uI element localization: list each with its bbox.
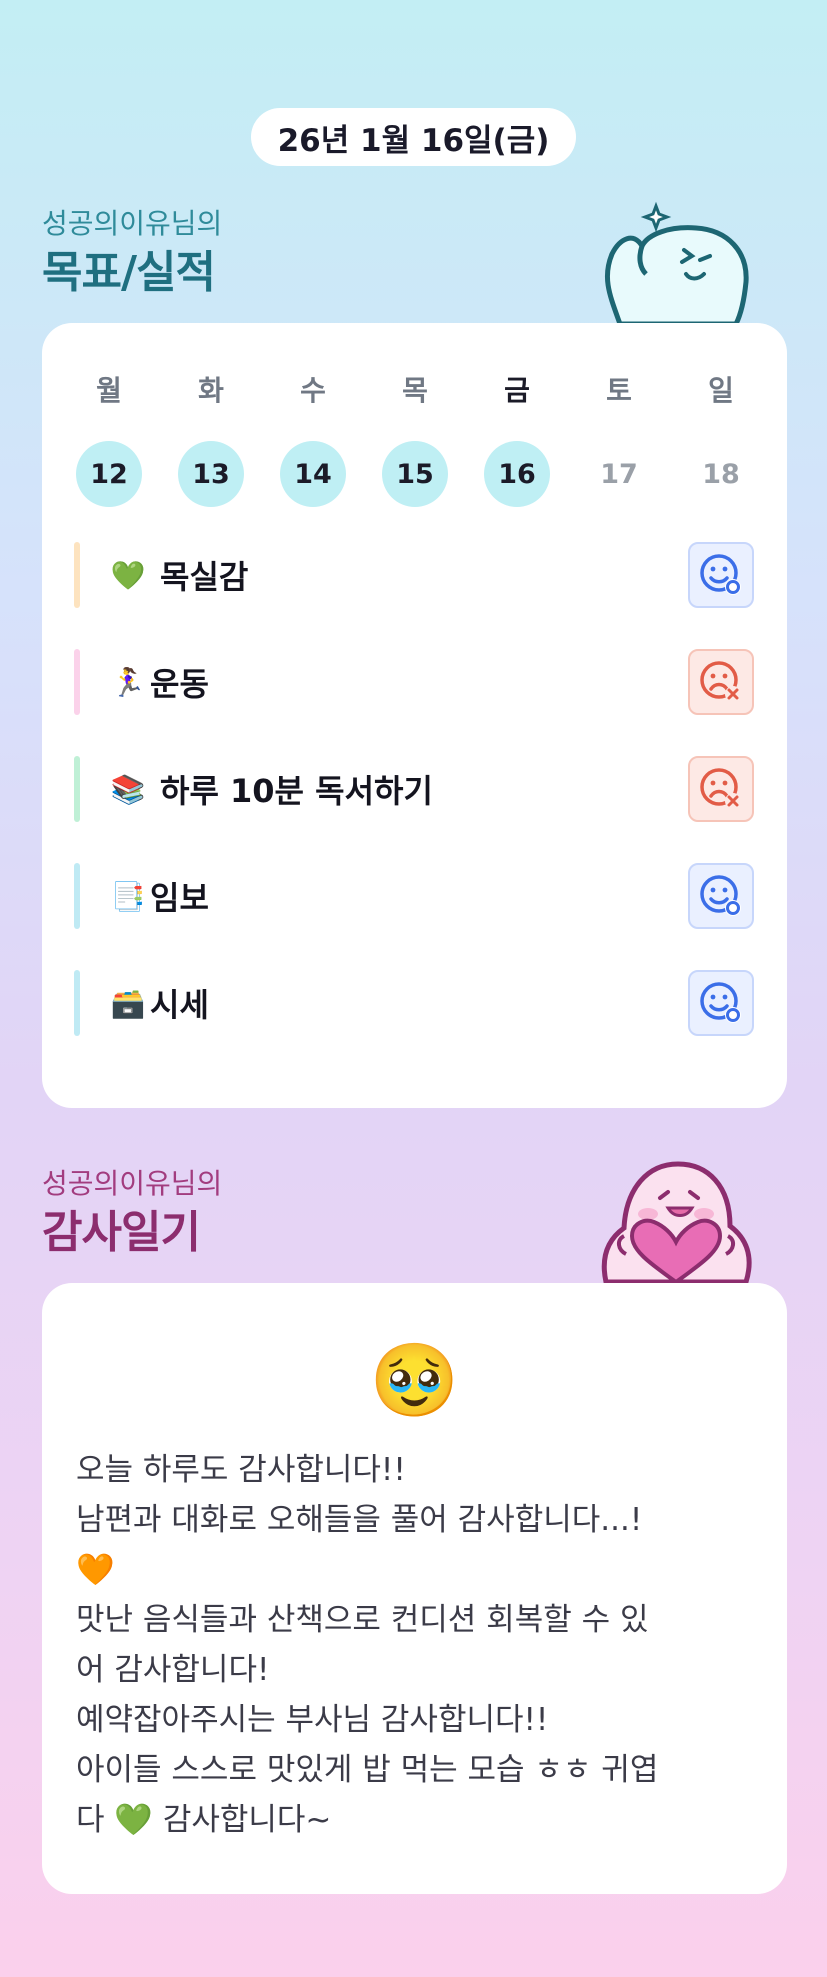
character-heart-icon	[601, 1161, 752, 1284]
day-tue[interactable]: 화 13	[178, 371, 244, 507]
goal-name: 임보	[150, 879, 209, 917]
day-sat[interactable]: 토 17	[586, 371, 652, 507]
goal-name: 운동	[150, 665, 209, 703]
day-label: 화	[198, 374, 224, 407]
day-number: 14	[280, 441, 346, 507]
document-icon: 📑	[110, 879, 146, 913]
gratitude-title: 감사일기	[42, 1207, 201, 1258]
goal-row[interactable]: 🗃️ 시세	[74, 970, 754, 1036]
status-success-button[interactable]	[688, 863, 754, 929]
status-fail-button[interactable]	[688, 756, 754, 822]
goal-name: 목실감	[160, 558, 249, 596]
day-label: 월	[96, 374, 122, 407]
day-number: 13	[178, 441, 244, 507]
day-fri-today[interactable]: 금 16	[484, 371, 550, 507]
day-number: 15	[382, 441, 448, 507]
goal-color-bar	[74, 863, 80, 929]
goal-color-bar	[74, 970, 80, 1036]
goal-name: 하루 10분 독서하기	[160, 772, 433, 810]
smile-check-icon	[700, 554, 741, 595]
smile-check-icon	[700, 982, 741, 1023]
books-icon: 📚	[110, 772, 146, 806]
gratitude-text: 오늘 하루도 감사합니다!! 남편과 대화로 오해들을 풀어 감사합니다...!…	[76, 1452, 659, 1838]
day-number: 17	[600, 458, 638, 490]
day-label: 수	[300, 374, 326, 407]
day-mon[interactable]: 월 12	[76, 371, 142, 507]
green-heart-icon: 💚	[110, 558, 146, 592]
goals-title: 목표/실적	[42, 247, 216, 298]
frown-x-icon	[700, 768, 741, 809]
day-number: 12	[76, 441, 142, 507]
day-label: 목	[402, 374, 428, 407]
frown-x-icon	[700, 661, 741, 702]
runner-icon: 🏃‍♀️	[110, 665, 146, 699]
smile-check-icon	[700, 875, 741, 916]
goal-name: 시세	[150, 986, 209, 1024]
goal-row[interactable]: 💚 목실감	[74, 542, 754, 608]
goal-row[interactable]: 🏃‍♀️ 운동	[74, 649, 754, 715]
day-number: 16	[484, 441, 550, 507]
day-label: 금	[504, 374, 530, 407]
day-sun[interactable]: 일 18	[688, 371, 754, 507]
status-success-button[interactable]	[688, 542, 754, 608]
goal-color-bar	[74, 649, 80, 715]
mood-emoji: 🥹	[369, 1338, 460, 1422]
day-label: 일	[708, 374, 734, 407]
date-pill: 26년 1월 16일(금)	[251, 108, 576, 166]
day-thu[interactable]: 목 15	[382, 371, 448, 507]
day-number: 18	[702, 458, 740, 490]
date-label: 26년 1월 16일(금)	[277, 122, 550, 159]
goal-color-bar	[74, 542, 80, 608]
goal-row[interactable]: 📚 하루 10분 독서하기	[74, 756, 754, 822]
card-box-icon: 🗃️	[110, 986, 146, 1020]
day-wed[interactable]: 수 14	[280, 371, 346, 507]
day-label: 토	[606, 374, 632, 407]
goal-row[interactable]: 📑 임보	[74, 863, 754, 929]
status-success-button[interactable]	[688, 970, 754, 1036]
status-fail-button[interactable]	[688, 649, 754, 715]
goal-color-bar	[74, 756, 80, 822]
goals-card: 월 12 화 13 수 14 목 15 금 16 토 17 일 18 💚 목실감…	[42, 323, 787, 1108]
character-thumbsup-icon	[604, 201, 749, 326]
